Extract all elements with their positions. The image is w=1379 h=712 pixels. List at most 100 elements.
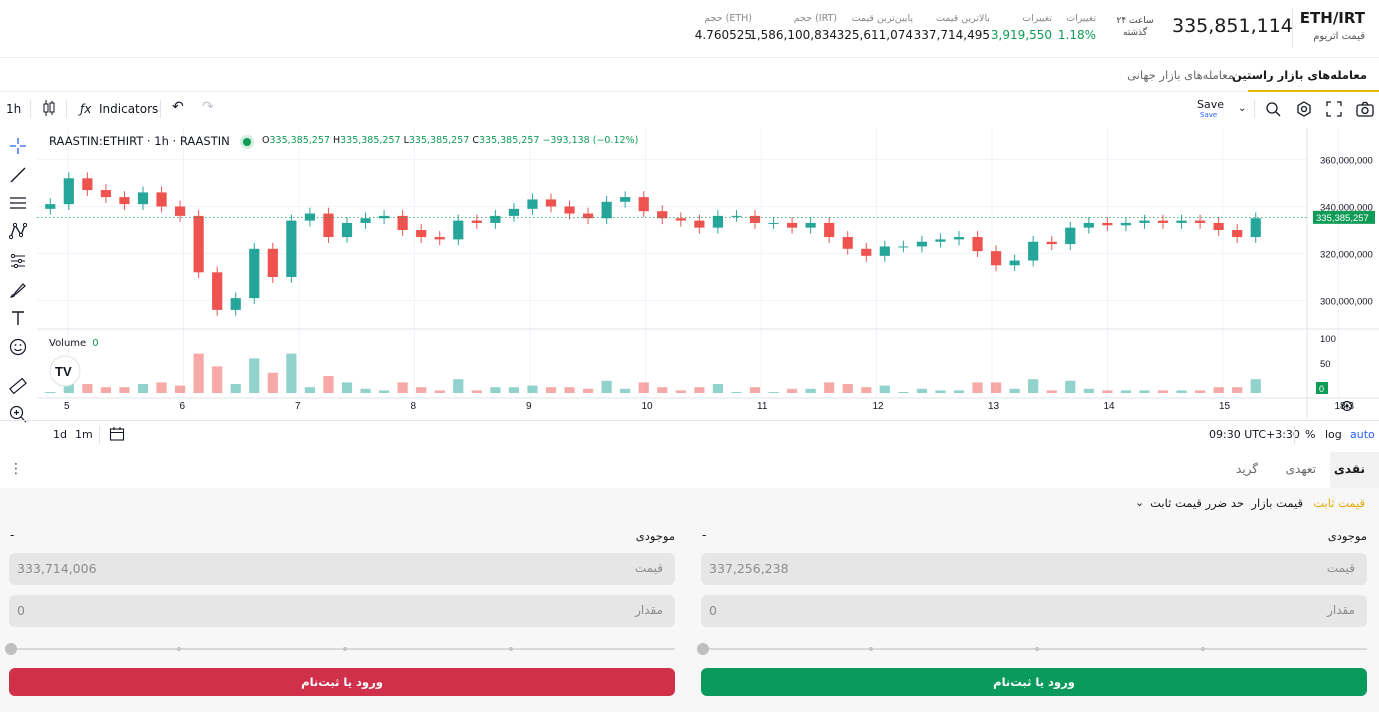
ruler-icon[interactable]: [8, 376, 28, 396]
tab-grid[interactable]: گرید: [1236, 462, 1258, 476]
candle-body: [1232, 230, 1243, 238]
exchange-page: ETH/IRT قیمت اتریوم 335,851,114 ۲۴ ساعت …: [0, 0, 1379, 712]
time-tick-label: 6: [180, 401, 186, 412]
more-options-icon[interactable]: ⋮: [9, 461, 23, 477]
volume-bar: [45, 392, 56, 393]
crosshair-icon[interactable]: [8, 136, 28, 156]
order-type-stop-limit[interactable]: حد ضرر قیمت ثابت: [1150, 496, 1244, 510]
symbol-label[interactable]: RAASTIN:ETHIRT · 1h · RAASTIN: [49, 134, 230, 148]
buy-price-field[interactable]: قیمت 337,256,238: [701, 553, 1367, 585]
pattern-icon[interactable]: [8, 221, 28, 241]
buy-price-label: قیمت: [1326, 561, 1355, 575]
range-1d-button[interactable]: 1d: [53, 428, 67, 441]
buy-login-button[interactable]: ورود یا ثبت‌نام: [701, 668, 1367, 696]
forecast-icon[interactable]: [8, 251, 28, 271]
buy-amount-value: 0: [709, 603, 717, 618]
fx-icon[interactable]: ƒx: [80, 102, 91, 116]
tab-spot[interactable]: نقدی: [1334, 462, 1365, 476]
chevron-down-icon[interactable]: ⌄: [1238, 103, 1246, 114]
drawing-tools: [0, 128, 36, 428]
toolbar-divider: [66, 100, 67, 118]
clock-time[interactable]: 09:30 UTC+3:30: [1209, 428, 1300, 441]
volume-bar: [990, 382, 1002, 393]
range-1m-button[interactable]: 1m: [75, 428, 93, 441]
candle-body: [527, 199, 538, 209]
candle-body: [249, 248, 260, 299]
candle-body: [768, 222, 779, 224]
interval-button[interactable]: 1h: [6, 102, 21, 116]
order-type-limit[interactable]: قیمت ثابت: [1313, 496, 1365, 510]
volume-tick-label: 100: [1320, 334, 1336, 345]
order-type-market[interactable]: قیمت بازار: [1251, 496, 1303, 510]
candle-body: [972, 237, 983, 252]
stat-value: 1.18%: [1057, 28, 1096, 42]
period-label: ۲۴ ساعت گذشته: [1112, 15, 1158, 39]
order-tabs: ⋮ نقدی تعهدی گرید: [0, 452, 1379, 488]
volume-bar: [1213, 387, 1224, 393]
trend-line-icon[interactable]: [8, 165, 28, 185]
stat-label: بالاترین قیمت: [936, 13, 990, 24]
price-tick-label: 320,000,000: [1320, 250, 1373, 261]
close-label: C: [472, 135, 479, 146]
sell-amount-field[interactable]: مقدار 0: [9, 595, 675, 627]
settings-gear-icon[interactable]: [1296, 101, 1312, 117]
tab-global-market[interactable]: معامله‌های بازار جهانی: [1127, 68, 1234, 82]
volume-bar: [620, 388, 631, 393]
date-range-icon[interactable]: [109, 426, 125, 442]
log-toggle[interactable]: log: [1325, 428, 1342, 441]
volume-bar: [1176, 390, 1187, 393]
brush-icon[interactable]: [8, 280, 28, 300]
tab-raastin-market[interactable]: معامله‌های بازار راستین: [1232, 68, 1367, 82]
sell-balance-value: -: [10, 528, 15, 542]
buy-slider-knob[interactable]: [697, 643, 709, 655]
sell-price-value: 333,714,006: [17, 561, 97, 576]
time-tick-label: 9: [526, 401, 532, 412]
volume-bar: [842, 384, 853, 393]
candle-body: [675, 218, 686, 221]
period-top: ۲۴ ساعت: [1116, 16, 1154, 26]
parallel-lines-icon[interactable]: [8, 193, 28, 213]
emoji-icon[interactable]: [8, 337, 28, 357]
pair-title[interactable]: ETH/IRT: [1300, 9, 1365, 27]
candle-body: [1028, 241, 1039, 261]
candle-body: [323, 213, 334, 238]
volume-label: Volume: [49, 338, 87, 349]
save-button[interactable]: Save: [1197, 98, 1224, 111]
fullscreen-icon[interactable]: [1326, 101, 1342, 117]
sell-balance-label: موجودی: [635, 529, 675, 543]
volume-bar: [1046, 390, 1057, 393]
volume-legend: Volume 0: [49, 338, 99, 349]
volume-bar: [174, 385, 186, 393]
time-axis: 5 6 7 8 9 10 11 12 13 14 15 18:3: [64, 401, 1354, 412]
sell-login-button[interactable]: ورود یا ثبت‌نام: [9, 668, 675, 696]
chevron-down-icon[interactable]: ⌄: [1135, 496, 1144, 509]
volume-bar: [1120, 390, 1132, 393]
percent-toggle[interactable]: %: [1305, 428, 1315, 441]
volume-bar: [490, 387, 501, 393]
auto-toggle[interactable]: auto: [1350, 428, 1375, 441]
candle-body: [1065, 227, 1076, 245]
price-chart[interactable]: 360,000,000340,000,000320,000,000300,000…: [37, 128, 1379, 418]
sell-price-field[interactable]: قیمت 333,714,006: [9, 553, 675, 585]
buy-amount-field[interactable]: مقدار 0: [701, 595, 1367, 627]
text-icon[interactable]: [8, 308, 28, 328]
tab-margin[interactable]: تعهدی: [1286, 462, 1316, 476]
last-price-badge-text: 335,385,257: [1316, 213, 1369, 224]
volume-bar: [638, 382, 649, 393]
candle-body: [453, 220, 464, 240]
quick-search-icon[interactable]: [1265, 101, 1281, 117]
undo-icon[interactable]: ↶: [172, 99, 184, 115]
buy-balance-label: موجودی: [1327, 529, 1367, 543]
volume-bar: [193, 353, 204, 393]
indicators-button[interactable]: Indicators: [99, 102, 158, 116]
camera-icon[interactable]: [1356, 101, 1374, 117]
sell-amount-value: 0: [17, 603, 25, 618]
volume-bar: [156, 382, 167, 393]
sell-slider-knob[interactable]: [5, 643, 17, 655]
price-tick-label: 360,000,000: [1320, 156, 1373, 167]
volume-bar: [694, 387, 705, 393]
candle-type-icon[interactable]: [42, 99, 56, 117]
redo-icon[interactable]: ↷: [202, 99, 214, 115]
candle-body: [842, 237, 853, 249]
market-tabs: معامله‌های بازار راستین معامله‌های بازار…: [0, 58, 1379, 92]
